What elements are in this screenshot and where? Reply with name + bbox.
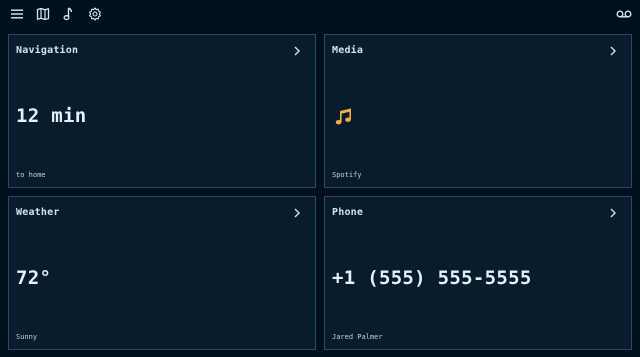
media-source-label: Spotify	[332, 171, 362, 179]
music-notes-icon	[335, 108, 351, 125]
top-bar	[0, 0, 640, 28]
phone-number: +1 (555) 555-5555	[332, 267, 532, 289]
contact-name: Jared Palmer	[332, 333, 383, 341]
card-title: Media	[332, 45, 364, 56]
chevron-right-icon[interactable]	[293, 45, 301, 57]
eta-value: 12 min	[16, 105, 87, 127]
chevron-right-icon[interactable]	[609, 207, 617, 219]
map-icon[interactable]	[34, 5, 52, 23]
phone-card[interactable]: Phone +1 (555) 555-5555 Jared Palmer	[324, 196, 632, 350]
weather-card[interactable]: Weather 72° Sunny	[8, 196, 316, 350]
temperature-value: 72°	[16, 267, 52, 289]
navigation-card[interactable]: Navigation 12 min to home	[8, 34, 316, 188]
settings-gear-icon[interactable]	[86, 5, 104, 23]
card-title: Navigation	[16, 45, 79, 56]
menu-icon[interactable]	[8, 5, 26, 23]
chevron-right-icon[interactable]	[609, 45, 617, 57]
music-note-icon[interactable]	[59, 5, 77, 23]
voicemail-icon[interactable]	[614, 5, 634, 23]
card-title: Weather	[16, 207, 60, 218]
chevron-right-icon[interactable]	[293, 207, 301, 219]
destination-label: to home	[16, 171, 46, 179]
media-card[interactable]: Media Spotify	[324, 34, 632, 188]
card-title: Phone	[332, 207, 364, 218]
weather-condition-label: Sunny	[16, 333, 38, 341]
